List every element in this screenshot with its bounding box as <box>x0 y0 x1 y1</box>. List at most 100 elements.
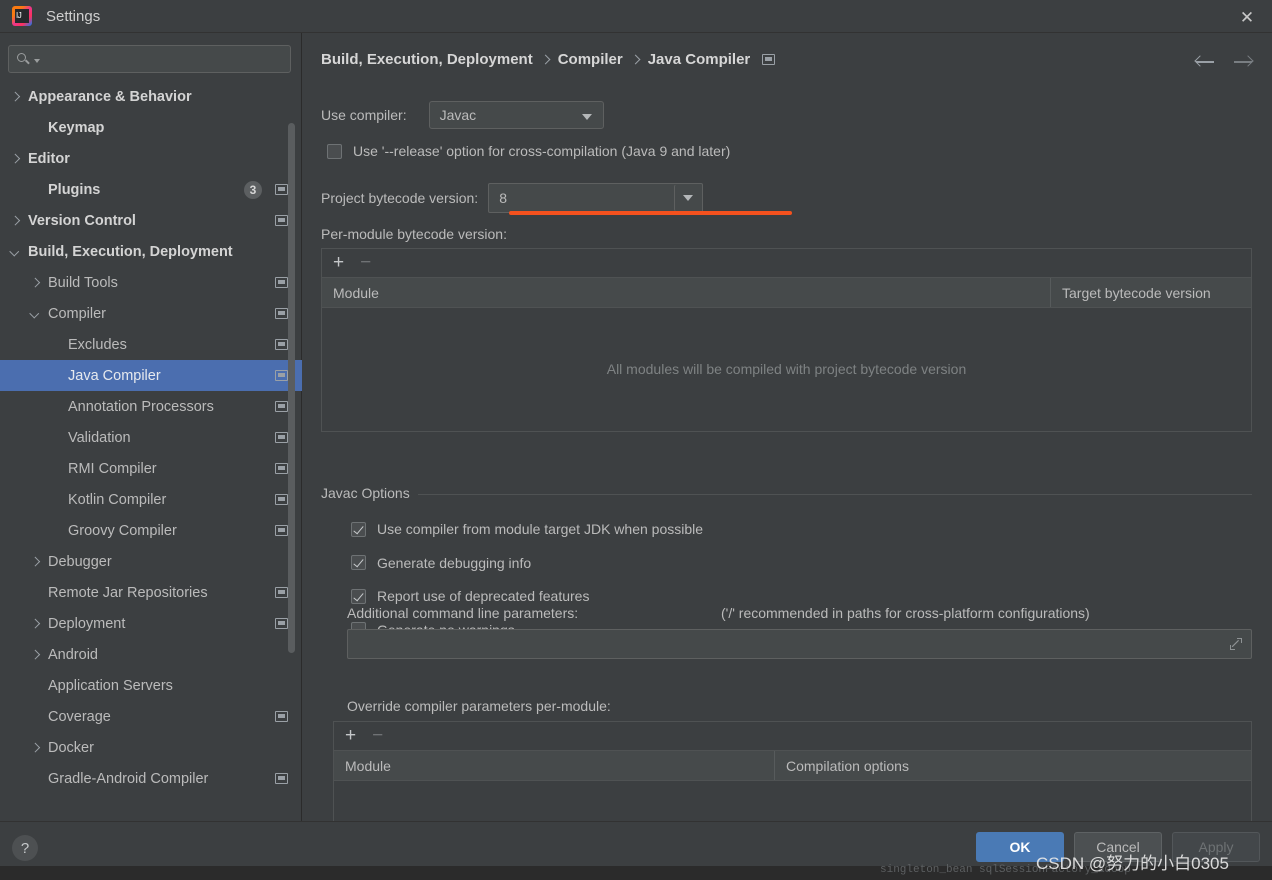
javac-option-label: Report use of deprecated features <box>377 588 590 604</box>
sidebar-item-label: Validation <box>68 429 131 446</box>
javac-option-checkbox[interactable] <box>351 555 366 570</box>
highlight-underline <box>509 211 792 215</box>
project-scope-icon <box>275 494 288 505</box>
ok-button[interactable]: OK <box>976 832 1064 862</box>
search-box[interactable] <box>8 45 291 73</box>
main-panel: Build, Execution, Deployment Compiler Java… <box>303 33 1272 821</box>
sidebar-item-annotation-processors[interactable]: Annotation Processors <box>0 391 302 422</box>
project-scope-icon <box>762 54 776 65</box>
javac-option-row[interactable]: Report use of deprecated features <box>351 588 589 604</box>
sidebar-item-validation[interactable]: Validation <box>0 422 302 453</box>
help-button[interactable]: ? <box>12 835 38 861</box>
chevron-down-icon[interactable] <box>28 307 42 321</box>
back-arrow-icon[interactable] <box>1194 51 1216 73</box>
project-scope-icon <box>275 184 288 195</box>
column-header-module[interactable]: Module <box>322 278 1050 307</box>
chevron-right-icon[interactable] <box>28 648 42 662</box>
use-compiler-select[interactable]: Javac <box>428 101 604 129</box>
sidebar-item-build-tools[interactable]: Build Tools <box>0 267 302 298</box>
sidebar-item-rmi-compiler[interactable]: RMI Compiler <box>0 453 302 484</box>
sidebar-item-label: Kotlin Compiler <box>68 491 167 508</box>
javac-option-row[interactable]: Generate debugging info <box>351 555 531 571</box>
add-row-button[interactable]: + <box>345 726 356 745</box>
project-bytecode-label: Project bytecode version: <box>321 190 479 206</box>
search-input[interactable] <box>44 51 282 67</box>
chevron-down-icon[interactable] <box>8 245 22 259</box>
sidebar-item-label: Application Servers <box>48 677 173 694</box>
sidebar-item-label: Deployment <box>48 615 126 632</box>
sidebar-item-label: Build, Execution, Deployment <box>28 243 233 260</box>
sidebar-item-editor[interactable]: Editor <box>0 143 302 174</box>
forward-arrow-icon[interactable] <box>1232 51 1254 73</box>
title-bar: IJ Settings ✕ <box>0 0 1272 33</box>
sidebar-item-groovy-compiler[interactable]: Groovy Compiler <box>0 515 302 546</box>
breadcrumb-item[interactable]: Compiler <box>558 51 623 68</box>
chevron-right-icon[interactable] <box>8 90 22 104</box>
sidebar-item-remote-jar-repositories[interactable]: Remote Jar Repositories <box>0 577 302 608</box>
release-option-row[interactable]: Use '--release' option for cross-compila… <box>327 143 730 159</box>
javac-options-title: Javac Options <box>321 485 418 501</box>
use-compiler-row: Use compiler: Javac <box>321 101 604 129</box>
project-bytecode-select[interactable]: 8 <box>488 183 704 213</box>
logo-text: IJ <box>16 11 22 20</box>
project-bytecode-value: 8 <box>499 190 507 206</box>
javac-option-checkbox[interactable] <box>351 588 366 604</box>
sidebar-item-docker[interactable]: Docker <box>0 732 302 763</box>
search-icon <box>17 52 32 67</box>
column-header-compilation-options[interactable]: Compilation options <box>774 751 1251 780</box>
breadcrumb: Build, Execution, Deployment Compiler Java… <box>321 51 776 68</box>
sidebar-item-compiler[interactable]: Compiler <box>0 298 302 329</box>
intellij-logo-icon: IJ <box>12 6 32 26</box>
sidebar-item-label: Editor <box>28 150 70 167</box>
dialog-buttons: OK Cancel Apply <box>976 832 1260 862</box>
project-scope-icon <box>275 618 288 629</box>
column-header-target-bytecode[interactable]: Target bytecode version <box>1050 278 1251 307</box>
release-option-checkbox[interactable] <box>327 143 342 159</box>
javac-option-label: Use compiler from module target JDK when… <box>377 521 704 537</box>
sidebar-item-label: Annotation Processors <box>68 398 214 415</box>
sidebar-item-deployment[interactable]: Deployment <box>0 608 302 639</box>
column-header-module[interactable]: Module <box>334 751 774 780</box>
expand-icon[interactable] <box>1230 638 1242 650</box>
sidebar-item-label: Keymap <box>48 119 105 136</box>
sidebar-item-coverage[interactable]: Coverage <box>0 701 302 732</box>
sidebar-item-keymap[interactable]: Keymap <box>0 112 302 143</box>
chevron-down-icon <box>34 59 40 63</box>
table-toolbar: + − <box>322 249 1251 278</box>
sidebar-item-build-execution-deployment[interactable]: Build, Execution, Deployment <box>0 236 302 267</box>
chevron-right-icon[interactable] <box>28 555 42 569</box>
sidebar-item-java-compiler[interactable]: Java Compiler <box>0 360 302 391</box>
sidebar-item-kotlin-compiler[interactable]: Kotlin Compiler <box>0 484 302 515</box>
additional-params-input[interactable] <box>347 629 1252 659</box>
cancel-button[interactable]: Cancel <box>1074 832 1162 862</box>
chevron-right-icon[interactable] <box>28 276 42 290</box>
javac-option-checkbox[interactable] <box>351 521 366 537</box>
project-scope-icon <box>275 432 288 443</box>
chevron-down-icon[interactable] <box>674 184 702 212</box>
sidebar-scrollbar[interactable] <box>288 123 295 653</box>
chevron-right-icon[interactable] <box>8 214 22 228</box>
project-scope-icon <box>275 308 288 319</box>
close-icon[interactable]: ✕ <box>1236 6 1258 28</box>
sidebar-item-android[interactable]: Android <box>0 639 302 670</box>
chevron-right-icon[interactable] <box>8 152 22 166</box>
sidebar-item-excludes[interactable]: Excludes <box>0 329 302 360</box>
sidebar-item-gradle-android-compiler[interactable]: Gradle-Android Compiler <box>0 763 302 794</box>
chevron-right-icon[interactable] <box>28 741 42 755</box>
project-scope-icon <box>275 525 288 536</box>
add-row-button[interactable]: + <box>333 253 344 272</box>
javac-option-row[interactable]: Use compiler from module target JDK when… <box>351 521 703 537</box>
sidebar-item-debugger[interactable]: Debugger <box>0 546 302 577</box>
sidebar-item-application-servers[interactable]: Application Servers <box>0 670 302 701</box>
sidebar-item-version-control[interactable]: Version Control <box>0 205 302 236</box>
breadcrumb-item[interactable]: Java Compiler <box>648 51 751 68</box>
sidebar-item-label: Java Compiler <box>68 367 161 384</box>
sidebar-item-plugins[interactable]: Plugins 3 <box>0 174 302 205</box>
breadcrumb-item[interactable]: Build, Execution, Deployment <box>321 51 533 68</box>
chevron-right-icon[interactable] <box>28 617 42 631</box>
sidebar-item-appearance-behavior[interactable]: Appearance & Behavior <box>0 81 302 112</box>
table-header-row: Module Compilation options <box>334 751 1251 781</box>
